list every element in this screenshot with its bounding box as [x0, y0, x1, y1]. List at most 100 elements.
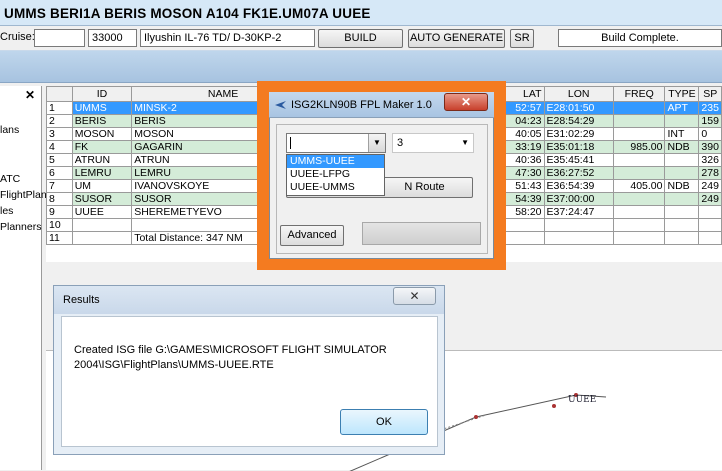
cell-sp[interactable]: 249: [698, 179, 722, 193]
cell-lon[interactable]: E28:54:29: [543, 114, 614, 128]
row-number-cell[interactable]: 6: [46, 166, 73, 180]
col-header-type[interactable]: TYPE: [664, 86, 700, 102]
cell-sp[interactable]: 0: [698, 127, 722, 141]
tree-item[interactable]: les: [0, 205, 13, 217]
progress-bar: [362, 222, 481, 245]
left-tree-pane: ✕ lans ATC FlightPlans les Planners: [0, 86, 52, 470]
row-number-cell[interactable]: 9: [46, 205, 73, 219]
cell-id[interactable]: LEMRU: [71, 166, 133, 180]
cell-type[interactable]: [664, 231, 700, 245]
cell-freq[interactable]: 405.00: [612, 179, 666, 193]
advanced-button[interactable]: Advanced: [280, 225, 344, 246]
cell-lon[interactable]: E35:01:18: [543, 140, 614, 154]
cell-sp[interactable]: 235: [698, 101, 722, 115]
cell-type[interactable]: NDB: [664, 179, 700, 193]
cell-id[interactable]: MOSON: [71, 127, 133, 141]
row-number-cell[interactable]: 8: [46, 192, 73, 206]
cell-sp[interactable]: [698, 205, 722, 219]
cell-sp[interactable]: 159: [698, 114, 722, 128]
cell-id[interactable]: UUEE: [71, 205, 133, 219]
results-close-button[interactable]: ✕: [393, 287, 436, 305]
col-header-id[interactable]: ID: [71, 86, 133, 102]
cell-type[interactable]: [664, 218, 700, 232]
cell-freq[interactable]: [612, 192, 666, 206]
cell-sp[interactable]: [698, 218, 722, 232]
cell-lon[interactable]: [543, 218, 614, 232]
cell-freq[interactable]: [612, 218, 666, 232]
col-header-rownum[interactable]: [46, 86, 73, 102]
cell-id[interactable]: [71, 218, 133, 232]
cell-lon[interactable]: [543, 231, 614, 245]
cell-sp[interactable]: 249: [698, 192, 722, 206]
row-number-cell[interactable]: 4: [46, 140, 73, 154]
pane-close-icon[interactable]: ✕: [25, 88, 35, 102]
fpl-close-button[interactable]: ✕: [444, 93, 488, 111]
row-number-cell[interactable]: 3: [46, 127, 73, 141]
col-header-lon[interactable]: LON: [543, 86, 614, 102]
cell-type[interactable]: [664, 166, 700, 180]
cell-sp[interactable]: 390: [698, 140, 722, 154]
cell-sp[interactable]: 278: [698, 166, 722, 180]
tree-item[interactable]: Planners: [0, 221, 41, 233]
cell-id[interactable]: FK: [71, 140, 133, 154]
toolbar-band: [0, 50, 722, 83]
chevron-down-icon[interactable]: ▼: [368, 134, 385, 152]
row-number-cell[interactable]: 2: [46, 114, 73, 128]
cell-freq[interactable]: [612, 114, 666, 128]
aircraft-field[interactable]: Ilyushin IL-76 TD/ D-30KP-2: [140, 29, 315, 47]
cell-freq[interactable]: [612, 153, 666, 167]
cell-id[interactable]: SUSOR: [71, 192, 133, 206]
dropdown-option[interactable]: UUEE-UMMS: [287, 181, 384, 194]
tree-item[interactable]: FlightPlans: [0, 189, 52, 201]
cell-lon[interactable]: E35:45:41: [543, 153, 614, 167]
cell-type[interactable]: INT: [664, 127, 700, 141]
cell-lon[interactable]: E36:54:39: [543, 179, 614, 193]
cell-lon[interactable]: E37:00:00: [543, 192, 614, 206]
cell-id[interactable]: UM: [71, 179, 133, 193]
dropdown-option[interactable]: UUEE-LFPG: [287, 168, 384, 181]
row-number-cell[interactable]: 11: [46, 231, 73, 245]
cell-id[interactable]: [71, 231, 133, 245]
results-message-line: Created ISG file G:\GAMES\MICROSOFT FLIG…: [74, 344, 387, 356]
results-title-bar[interactable]: Results: [54, 286, 444, 314]
row-number-cell[interactable]: 7: [46, 179, 73, 193]
altitude-field[interactable]: 33000: [88, 29, 137, 47]
sr-button[interactable]: SR: [510, 29, 534, 48]
cell-freq[interactable]: [612, 231, 666, 245]
col-header-freq[interactable]: FREQ: [612, 86, 666, 102]
ok-button[interactable]: OK: [340, 409, 428, 435]
cell-type[interactable]: [664, 205, 700, 219]
cell-sp[interactable]: [698, 231, 722, 245]
number-combo[interactable]: 3 ▼: [392, 133, 474, 153]
cell-lon[interactable]: E31:02:29: [543, 127, 614, 141]
cell-freq[interactable]: [612, 101, 666, 115]
col-header-sp[interactable]: SP: [698, 86, 722, 102]
cell-type[interactable]: [664, 114, 700, 128]
row-number-cell[interactable]: 10: [46, 218, 73, 232]
auto-generate-button[interactable]: AUTO GENERATE: [408, 29, 505, 48]
cell-type[interactable]: APT: [664, 101, 700, 115]
cell-id[interactable]: UMMS: [71, 101, 133, 115]
cell-id[interactable]: BERIS: [71, 114, 133, 128]
cell-type[interactable]: NDB: [664, 140, 700, 154]
cell-type[interactable]: [664, 192, 700, 206]
cell-freq[interactable]: [612, 205, 666, 219]
row-number-cell[interactable]: 5: [46, 153, 73, 167]
route-combo[interactable]: ▼: [286, 133, 386, 153]
cell-sp[interactable]: 326: [698, 153, 722, 167]
cell-lon[interactable]: E28:01:50: [543, 101, 614, 115]
cell-lon[interactable]: E37:24:47: [543, 205, 614, 219]
cell-id[interactable]: ATRUN: [71, 153, 133, 167]
route-dropdown-list: UMMS-UUEE UUEE-LFPG UUEE-UMMS: [286, 154, 385, 196]
cell-type[interactable]: [664, 153, 700, 167]
cell-lon[interactable]: E36:27:52: [543, 166, 614, 180]
cell-freq[interactable]: [612, 166, 666, 180]
tree-item[interactable]: lans: [0, 124, 19, 136]
cell-freq[interactable]: [612, 127, 666, 141]
build-button[interactable]: BUILD: [318, 29, 403, 48]
cell-freq[interactable]: 985.00: [612, 140, 666, 154]
row-number-cell[interactable]: 1: [46, 101, 73, 115]
tree-item[interactable]: ATC: [0, 173, 20, 185]
cruise-field[interactable]: [34, 29, 85, 47]
dropdown-option[interactable]: UMMS-UUEE: [287, 155, 384, 168]
